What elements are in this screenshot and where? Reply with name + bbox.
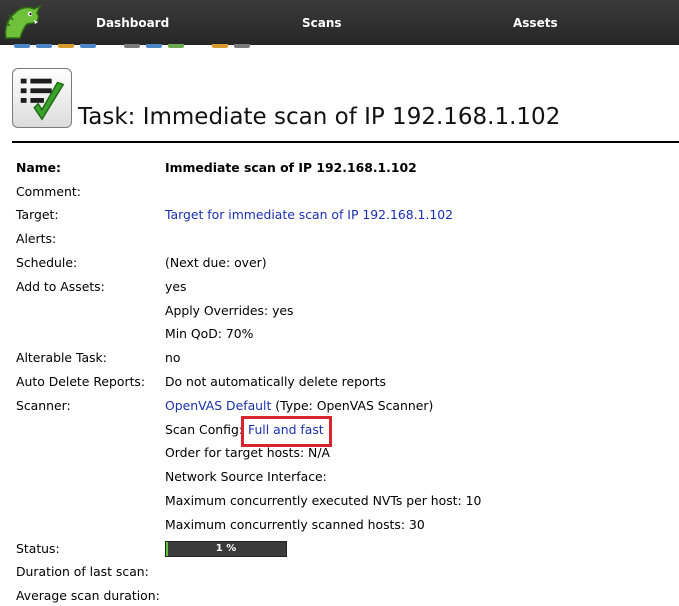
new-icon[interactable] [58, 44, 74, 48]
status-progress-bar: 1 % [165, 541, 287, 557]
scan-config-label: Scan Config: [165, 422, 243, 437]
alterable-task-value: no [165, 350, 181, 365]
clone-icon[interactable] [80, 44, 96, 48]
page-title: Task: Immediate scan of IP 192.168.1.102 [78, 104, 561, 130]
name-value: Immediate scan of IP 192.168.1.102 [165, 160, 417, 175]
alterable-task-label: Alterable Task: [16, 350, 107, 365]
scan-config-highlight [241, 416, 332, 447]
auto-delete-label: Auto Delete Reports: [16, 374, 146, 389]
duration-last-scan-label: Duration of last scan: [16, 564, 149, 579]
schedule-value: (Next due: over) [165, 255, 267, 270]
task-checklist-icon [12, 68, 72, 128]
edit-icon[interactable] [146, 44, 162, 48]
apply-overrides-value: Apply Overrides: yes [165, 303, 294, 318]
nav-dashboard[interactable]: Dashboard [96, 0, 169, 45]
nav-scans[interactable]: Scans [302, 0, 342, 45]
name-label: Name: [16, 160, 62, 175]
delete-icon[interactable] [124, 44, 140, 48]
max-scanned-hosts: Maximum concurrently scanned hosts: 30 [165, 517, 425, 532]
scanner-value: OpenVAS Default (Type: OpenVAS Scanner) [165, 398, 433, 414]
network-source-interface: Network Source Interface: [165, 469, 327, 484]
auto-delete-value: Do not automatically delete reports [165, 374, 386, 389]
comment-label: Comment: [16, 184, 81, 199]
target-label: Target: [16, 207, 59, 222]
order-target-hosts: Order for target hosts: N/A [165, 445, 330, 460]
title-divider [12, 141, 679, 143]
add-to-assets-label: Add to Assets: [16, 279, 105, 294]
start-icon[interactable] [212, 44, 228, 48]
average-scan-duration-label: Average scan duration: [16, 588, 160, 603]
status-label: Status: [16, 541, 60, 556]
max-nvts-per-host: Maximum concurrently executed NVTs per h… [165, 493, 482, 508]
scanner-link[interactable]: OpenVAS Default [165, 398, 271, 413]
alerts-label: Alerts: [16, 231, 57, 246]
scanner-type: (Type: OpenVAS Scanner) [271, 398, 434, 413]
toolbar-strip [0, 44, 679, 49]
help-icon[interactable] [14, 44, 30, 48]
greenbone-logo-icon[interactable] [0, 0, 44, 44]
nav-assets[interactable]: Assets [513, 0, 558, 45]
stop-icon[interactable] [234, 44, 250, 48]
export-icon[interactable] [168, 44, 184, 48]
scanner-label: Scanner: [16, 398, 71, 413]
add-to-assets-value: yes [165, 279, 187, 294]
progress-text: 1 % [215, 543, 237, 554]
top-nav-bar: Dashboard Scans Assets [0, 0, 679, 45]
target-link[interactable]: Target for immediate scan of IP 192.168.… [165, 207, 453, 223]
list-icon[interactable] [36, 44, 52, 48]
schedule-label: Schedule: [16, 255, 78, 270]
min-qod-value: Min QoD: 70% [165, 326, 254, 341]
